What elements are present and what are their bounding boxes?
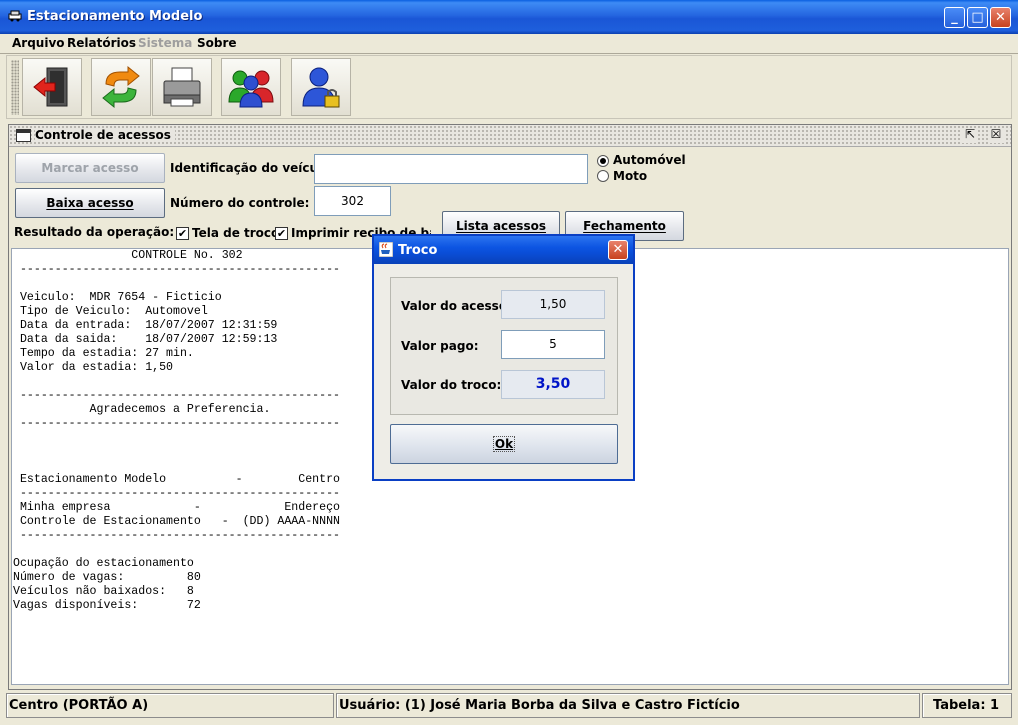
valor-acesso-field: 1,50: [501, 290, 605, 319]
user-lock-icon: [302, 67, 340, 108]
menu-relatorios[interactable]: Relatórios: [67, 36, 136, 50]
toolbar-users-button[interactable]: [221, 58, 281, 116]
dialog-title: Troco: [398, 243, 438, 258]
troco-dialog: Troco ✕ Valor do acesso: 1,50 Valor pago…: [372, 234, 635, 481]
tela-troco-checkbox[interactable]: ✔: [176, 227, 189, 240]
dialog-titlebar[interactable]: Troco ✕: [374, 236, 633, 264]
toolbar-print-button[interactable]: [152, 58, 212, 116]
resultado-label: Resultado da operação:: [14, 225, 175, 239]
window-title: Estacionamento Modelo: [27, 9, 203, 24]
frame-title: Controle de acessos: [35, 128, 175, 142]
refresh-arrows-icon: [102, 65, 140, 109]
troco-values-panel: Valor do acesso: 1,50 Valor pago: 5 Valo…: [390, 277, 618, 415]
imprimir-recibo-checkbox[interactable]: ✔: [275, 227, 288, 240]
radio-moto-label: Moto: [613, 169, 648, 183]
menu-bar: Arquivo Relatórios Sistema Sobre: [0, 34, 1018, 54]
status-tabela: Tabela: 1: [922, 693, 1012, 718]
status-usuario: Usuário: (1) José Maria Borba da Silva e…: [336, 693, 920, 718]
valor-troco-label: Valor do troco:: [401, 378, 502, 392]
frame-restore-button[interactable]: ⇱: [962, 128, 978, 143]
frame-titlebar[interactable]: Controle de acessos ⇱ ☒: [9, 125, 1011, 147]
minimize-button[interactable]: _: [944, 7, 965, 28]
frame-close-button[interactable]: ☒: [988, 128, 1004, 143]
menu-arquivo[interactable]: Arquivo: [12, 36, 65, 50]
app-car-icon: [8, 10, 22, 22]
baixa-acesso-button[interactable]: Baixa acesso: [15, 188, 165, 218]
ok-label: Ok: [492, 436, 516, 452]
radio-moto[interactable]: [597, 170, 609, 182]
dialog-close-button[interactable]: ✕: [608, 240, 628, 260]
identificacao-input[interactable]: [314, 154, 588, 184]
users-group-icon: [228, 70, 274, 108]
valor-troco-field: 3,50: [501, 370, 605, 399]
printer-icon: [163, 67, 201, 107]
toolbar-grip[interactable]: [11, 60, 19, 115]
radio-automovel-label: Automóvel: [613, 153, 686, 167]
java-cup-icon: [379, 242, 393, 257]
radio-automovel[interactable]: [597, 155, 609, 167]
toolbar-refresh-button[interactable]: [91, 58, 151, 116]
ok-button[interactable]: Ok: [390, 424, 618, 464]
frame-window-icon: [16, 129, 31, 142]
valor-pago-input[interactable]: 5: [501, 330, 605, 359]
status-local: Centro (PORTÃO A): [6, 693, 334, 718]
close-button[interactable]: ✕: [990, 7, 1011, 28]
valor-acesso-label: Valor do acesso:: [401, 299, 512, 313]
report-text: CONTROLE No. 302 -----------------------…: [13, 249, 340, 612]
maximize-button[interactable]: □: [967, 7, 988, 28]
window-titlebar[interactable]: Estacionamento Modelo _ □ ✕: [0, 0, 1018, 34]
identificacao-label: Identificação do veículo:: [170, 161, 336, 175]
exit-door-icon: [33, 67, 68, 107]
marcar-acesso-button[interactable]: Marcar acesso: [15, 153, 165, 183]
valor-pago-label: Valor pago:: [401, 339, 479, 353]
numero-controle-input[interactable]: 302: [314, 186, 391, 216]
numero-controle-label: Número do controle:: [170, 196, 310, 210]
toolbar-user-lock-button[interactable]: [291, 58, 351, 116]
toolbar: [6, 55, 1012, 119]
toolbar-exit-button[interactable]: [22, 58, 82, 116]
menu-sobre[interactable]: Sobre: [197, 36, 237, 50]
tela-troco-label: Tela de troco: [192, 226, 280, 240]
menu-sistema[interactable]: Sistema: [138, 36, 192, 50]
